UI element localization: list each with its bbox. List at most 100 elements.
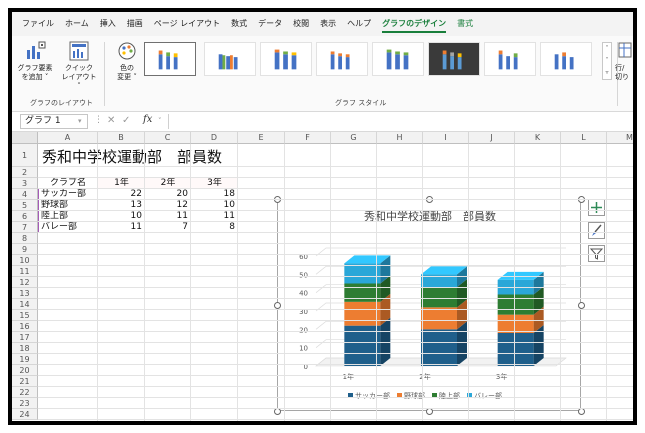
column-header-H[interactable]: H xyxy=(377,132,423,144)
row-header-14[interactable]: 14 xyxy=(12,299,38,310)
column-header-A[interactable]: A xyxy=(38,132,98,144)
row-header-3[interactable]: 3 xyxy=(12,178,38,189)
row-header-23[interactable]: 23 xyxy=(12,398,38,409)
select-all-corner[interactable] xyxy=(12,132,38,144)
formula-input[interactable] xyxy=(168,114,633,129)
row-header-15[interactable]: 15 xyxy=(12,310,38,321)
column-header-L[interactable]: L xyxy=(561,132,607,144)
chart-style-7[interactable] xyxy=(484,42,536,76)
grid-line-horizontal xyxy=(38,243,633,244)
worksheet[interactable]: 秀和中学校運動部 部員数 クラブ名 1年 2年 3年 サッカー部 22 20 1… xyxy=(12,132,633,421)
column-header-J[interactable]: J xyxy=(469,132,515,144)
column-header-F[interactable]: F xyxy=(285,132,331,144)
switch-row-column-button[interactable]: 行/ 切り xyxy=(615,40,633,82)
grid-line-horizontal xyxy=(38,419,633,420)
tab-insert[interactable]: 挿入 xyxy=(100,12,116,36)
tab-page-layout[interactable]: ページ レイアウト xyxy=(154,12,220,36)
grid-line-horizontal xyxy=(38,408,633,409)
tab-chart-design[interactable]: グラフのデザイン xyxy=(382,12,447,36)
x-tick-label: 1年 xyxy=(343,372,354,381)
row-header-19[interactable]: 19 xyxy=(12,354,38,365)
grid-line-horizontal xyxy=(38,199,633,200)
plus-icon xyxy=(591,202,602,213)
row-header-9[interactable]: 9 xyxy=(12,244,38,255)
row-header-18[interactable]: 18 xyxy=(12,343,38,354)
group-label-chart-layouts: グラフのレイアウト xyxy=(30,99,93,107)
row-header-17[interactable]: 17 xyxy=(12,332,38,343)
brush-icon xyxy=(592,224,602,236)
gallery-more-button[interactable]: ˄ ˅ ▿ xyxy=(602,42,612,80)
confirm-icon[interactable]: ✓ xyxy=(122,115,130,126)
row-header-4[interactable]: 4 xyxy=(12,189,38,200)
row-header-13[interactable]: 13 xyxy=(12,288,38,299)
row-header-22[interactable]: 22 xyxy=(12,387,38,398)
row-header-7[interactable]: 7 xyxy=(12,222,38,233)
grid-line-vertical xyxy=(97,144,98,421)
column-header-D[interactable]: D xyxy=(191,132,238,144)
column-header-B[interactable]: B xyxy=(98,132,145,144)
row-header-10[interactable]: 10 xyxy=(12,255,38,266)
ribbon-tabs: ファイル ホーム 挿入 描画 ページ レイアウト 数式 データ 校閲 表示 ヘル… xyxy=(12,12,633,36)
tab-file[interactable]: ファイル xyxy=(22,12,54,36)
row-header-8[interactable]: 8 xyxy=(12,233,38,244)
stacked-column-chart[interactable]: 秀和中学校運動部 部員数01020304050601年2年3年サッカー部野球部陸… xyxy=(277,199,581,411)
tab-review[interactable]: 校閲 xyxy=(293,12,309,36)
fx-dropdown-icon[interactable]: ˅ xyxy=(158,117,162,125)
grid-line-horizontal xyxy=(38,177,633,178)
row-header-24[interactable]: 24 xyxy=(12,409,38,420)
row-header-11[interactable]: 11 xyxy=(12,266,38,277)
insert-function-icon[interactable]: fx xyxy=(143,114,152,125)
tab-format[interactable]: 書式 xyxy=(457,12,473,36)
grid-line-horizontal xyxy=(38,397,633,398)
column-header-I[interactable]: I xyxy=(423,132,469,144)
resize-handle-left[interactable] xyxy=(274,302,281,309)
chart-style-3[interactable] xyxy=(260,42,312,76)
tab-formulas[interactable]: 数式 xyxy=(231,12,247,36)
column-header-C[interactable]: C xyxy=(145,132,191,144)
chart-styles-button[interactable] xyxy=(588,222,605,239)
tab-data[interactable]: データ xyxy=(258,12,282,36)
change-colors-button[interactable]: 色の 変更 ˅ xyxy=(108,40,146,82)
grid-line-horizontal xyxy=(38,221,633,222)
grid-line-horizontal xyxy=(38,309,633,310)
quick-layout-button[interactable]: クイック レイアウト ˅ xyxy=(60,40,98,91)
chart-style-5[interactable] xyxy=(372,42,424,76)
chart-style-4[interactable] xyxy=(316,42,368,76)
cancel-icon[interactable]: ✕ xyxy=(107,115,115,126)
name-box-dropdown-icon[interactable]: ▾ xyxy=(78,117,82,125)
tab-help[interactable]: ヘルプ xyxy=(347,12,371,36)
add-chart-element-button[interactable]: グラフ要素 を追加 ˅ xyxy=(16,40,54,82)
grid-line-vertical xyxy=(514,144,515,421)
tab-view[interactable]: 表示 xyxy=(320,12,336,36)
resize-handle-bottom[interactable] xyxy=(426,408,433,415)
row-header-21[interactable]: 21 xyxy=(12,376,38,387)
change-colors-label-2: 変更 ˅ xyxy=(117,73,137,81)
chart-elements-button[interactable] xyxy=(588,199,605,216)
row-header-2[interactable]: 2 xyxy=(12,167,38,178)
row-header-1[interactable]: 1 xyxy=(12,144,38,167)
tab-home[interactable]: ホーム xyxy=(65,12,89,36)
column-header-E[interactable]: E xyxy=(238,132,285,144)
chart-style-1[interactable] xyxy=(144,42,196,76)
tab-draw[interactable]: 描画 xyxy=(127,12,143,36)
row-header-20[interactable]: 20 xyxy=(12,365,38,376)
y-tick-label: 40 xyxy=(299,290,308,298)
palette-icon xyxy=(118,42,136,60)
chart-style-2[interactable] xyxy=(204,42,256,76)
chart-style-8[interactable] xyxy=(540,42,592,76)
row-header-16[interactable]: 16 xyxy=(12,321,38,332)
column-header-M[interactable]: M xyxy=(607,132,633,144)
resize-handle-bottom-right[interactable] xyxy=(578,408,585,415)
row-header-12[interactable]: 12 xyxy=(12,277,38,288)
grid-line-vertical xyxy=(560,144,561,421)
column-header-G[interactable]: G xyxy=(331,132,377,144)
grid-line-horizontal xyxy=(38,232,633,233)
switch-row-column-icon xyxy=(618,42,632,58)
resize-handle-right[interactable] xyxy=(578,302,585,309)
row-header-6[interactable]: 6 xyxy=(12,211,38,222)
resize-handle-bottom-left[interactable] xyxy=(274,408,281,415)
column-header-K[interactable]: K xyxy=(515,132,561,144)
sheet-title: 秀和中学校運動部 部員数 xyxy=(42,148,223,166)
row-header-5[interactable]: 5 xyxy=(12,200,38,211)
chart-style-6[interactable] xyxy=(428,42,480,76)
